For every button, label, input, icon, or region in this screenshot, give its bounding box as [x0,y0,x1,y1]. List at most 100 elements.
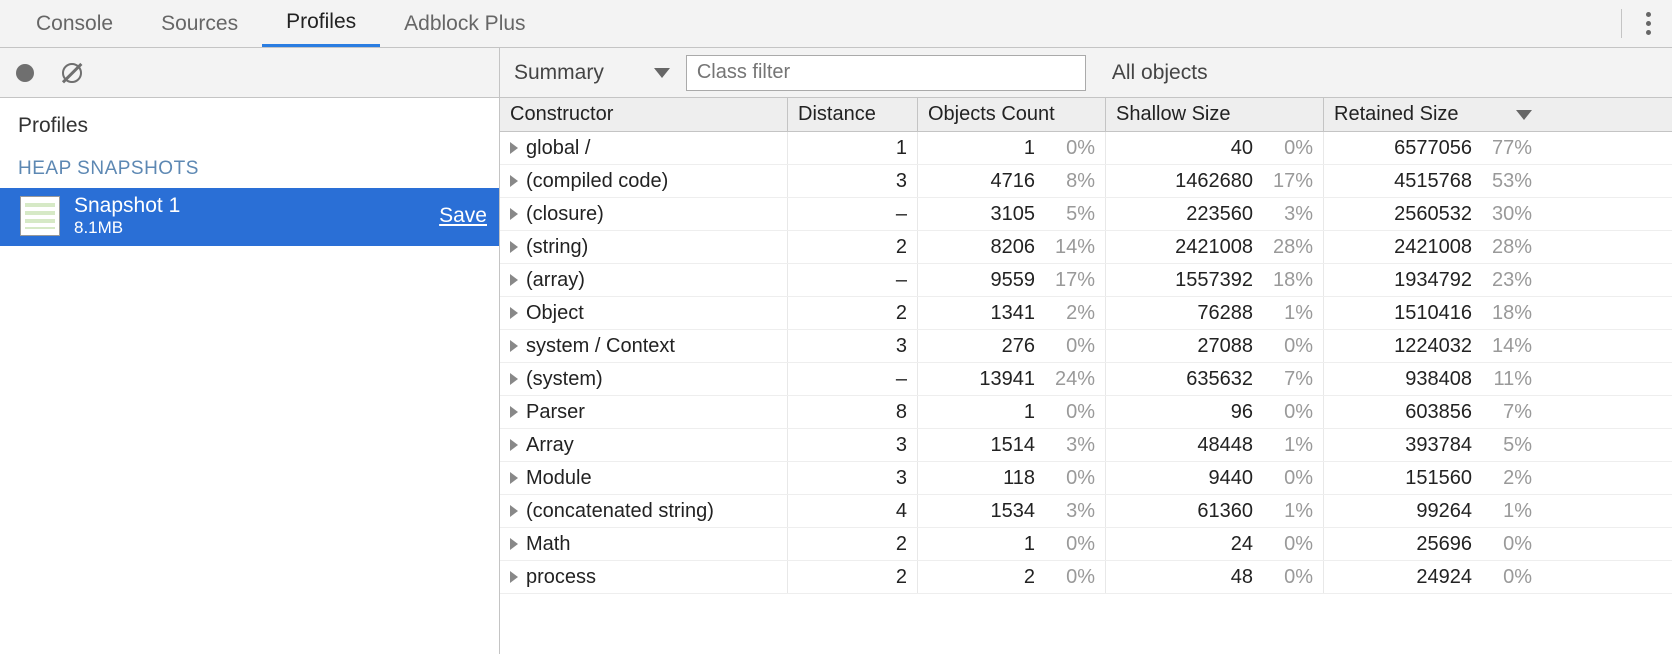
cell-retained-size: 193479223% [1324,264,1542,296]
tab-bar: ConsoleSourcesProfilesAdblock Plus [0,0,1672,48]
expand-caret-icon[interactable] [510,307,518,319]
tab-profiles[interactable]: Profiles [262,0,380,47]
constructor-name: (concatenated string) [526,500,714,523]
cell-constructor: Module [500,462,788,494]
class-filter-input[interactable] [686,55,1086,91]
table-row[interactable]: (concatenated string)415343%613601%99264… [500,495,1672,528]
cell-distance: 2 [788,297,918,329]
kebab-menu-icon[interactable] [1636,12,1660,35]
col-objects-count[interactable]: Objects Count [918,98,1106,131]
cell-distance: 3 [788,462,918,494]
table-row[interactable]: Module 31180%94400%1515602% [500,462,1672,495]
view-dropdown[interactable]: Summary [514,61,670,85]
cell-constructor: (compiled code) [500,165,788,197]
cell-shallow-size: 270880% [1106,330,1324,362]
cell-constructor: process [500,561,788,593]
constructor-name: process [526,566,596,589]
tab-sources[interactable]: Sources [137,0,262,47]
cell-objects-count: 2760% [918,330,1106,362]
scope-dropdown[interactable]: All objects [1102,61,1208,85]
expand-caret-icon[interactable] [510,406,518,418]
expand-caret-icon[interactable] [510,505,518,517]
expand-caret-icon[interactable] [510,340,518,352]
expand-caret-icon[interactable] [510,274,518,286]
table-row[interactable]: (compiled code)347168%146268017%45157685… [500,165,1672,198]
cell-retained-size: 242100828% [1324,231,1542,263]
cell-constructor: (string) [500,231,788,263]
table-row[interactable]: (array)–955917%155739218%193479223% [500,264,1672,297]
table-row[interactable]: Math210%240%256960% [500,528,1672,561]
expand-caret-icon[interactable] [510,439,518,451]
expand-caret-icon[interactable] [510,571,518,583]
cell-retained-size: 249240% [1324,561,1542,593]
sidebar: Profiles HEAP SNAPSHOTS Snapshot 1 8.1MB… [0,48,500,654]
constructor-name: (array) [526,269,585,292]
expand-caret-icon[interactable] [510,373,518,385]
table-row[interactable]: (system)–1394124%6356327%93840811% [500,363,1672,396]
cell-distance: 2 [788,528,918,560]
table-row[interactable]: (closure)–31055%2235603%256053230% [500,198,1672,231]
cell-distance: 3 [788,429,918,461]
cell-shallow-size: 94400% [1106,462,1324,494]
constructor-name: Parser [526,401,585,424]
expand-caret-icon[interactable] [510,241,518,253]
cell-shallow-size: 2235603% [1106,198,1324,230]
table-row[interactable]: Array315143%484481%3937845% [500,429,1672,462]
tab-console[interactable]: Console [12,0,137,47]
cell-shallow-size: 960% [1106,396,1324,428]
cell-shallow-size: 242100828% [1106,231,1324,263]
cell-objects-count: 1180% [918,462,1106,494]
cell-retained-size: 992641% [1324,495,1542,527]
table-header: Constructor Distance Objects Count Shall… [500,98,1672,132]
constructor-name: global / [526,137,591,160]
cell-shallow-size: 613601% [1106,495,1324,527]
cell-retained-size: 256960% [1324,528,1542,560]
table-row[interactable]: system / Context32760%270880%122403214% [500,330,1672,363]
profile-toolbar: Summary All objects [500,48,1672,98]
constructor-name: system / Context [526,335,675,358]
tabbar-right [1607,0,1660,47]
snapshot-item[interactable]: Snapshot 1 8.1MB Save [0,188,499,246]
table-row[interactable]: global /110%400%657705677% [500,132,1672,165]
col-shallow-size[interactable]: Shallow Size [1106,98,1324,131]
clear-icon[interactable] [62,63,82,83]
expand-caret-icon[interactable] [510,472,518,484]
table-row[interactable]: (string)2820614%242100828%242100828% [500,231,1672,264]
table-row[interactable]: process220%480%249240% [500,561,1672,594]
snapshot-title: Snapshot 1 [74,194,180,218]
cell-distance: 2 [788,231,918,263]
cell-retained-size: 1515602% [1324,462,1542,494]
col-distance[interactable]: Distance [788,98,918,131]
record-icon[interactable] [16,64,34,82]
cell-retained-size: 93840811% [1324,363,1542,395]
cell-constructor: (concatenated string) [500,495,788,527]
heap-table: Constructor Distance Objects Count Shall… [500,98,1672,654]
cell-retained-size: 3937845% [1324,429,1542,461]
cell-constructor: global / [500,132,788,164]
col-retained-size[interactable]: Retained Size [1324,98,1542,131]
cell-shallow-size: 400% [1106,132,1324,164]
tab-adblock-plus[interactable]: Adblock Plus [380,0,549,47]
cell-shallow-size: 146268017% [1106,165,1324,197]
table-row[interactable]: Object213412%762881%151041618% [500,297,1672,330]
cell-objects-count: 31055% [918,198,1106,230]
cell-retained-size: 6038567% [1324,396,1542,428]
cell-constructor: (closure) [500,198,788,230]
table-row[interactable]: Parser810%960%6038567% [500,396,1672,429]
cell-shallow-size: 480% [1106,561,1324,593]
col-constructor[interactable]: Constructor [500,98,788,131]
expand-caret-icon[interactable] [510,175,518,187]
cell-constructor: (system) [500,363,788,395]
cell-objects-count: 20% [918,561,1106,593]
cell-distance: – [788,264,918,296]
constructor-name: Module [526,467,592,490]
save-snapshot-link[interactable]: Save [439,204,487,228]
snapshot-text: Snapshot 1 8.1MB [74,194,180,238]
cell-objects-count: 15343% [918,495,1106,527]
cell-retained-size: 256053230% [1324,198,1542,230]
expand-caret-icon[interactable] [510,538,518,550]
cell-shallow-size: 762881% [1106,297,1324,329]
sort-desc-icon [1516,110,1532,120]
expand-caret-icon[interactable] [510,142,518,154]
expand-caret-icon[interactable] [510,208,518,220]
